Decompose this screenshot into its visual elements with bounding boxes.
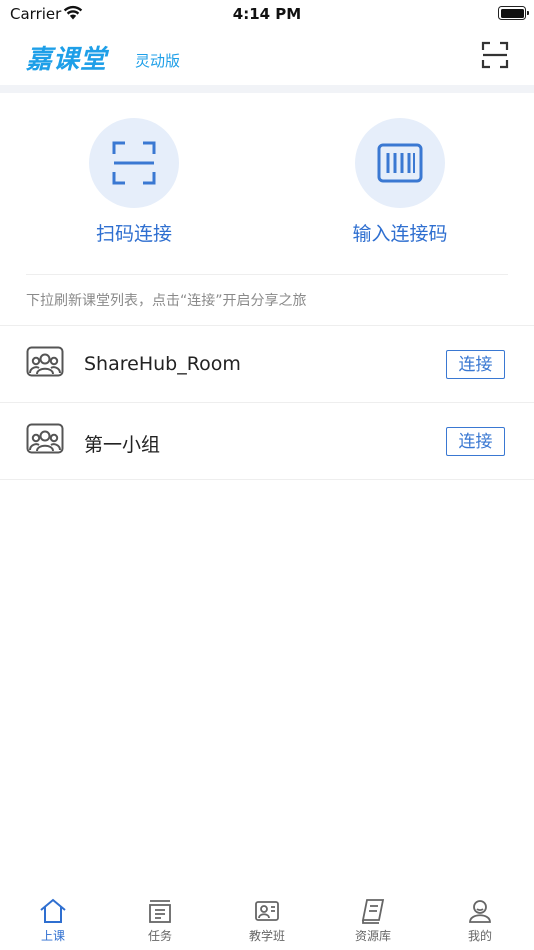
brand-edition: 灵动版 — [135, 52, 181, 70]
status-time: 4:14 PM — [232, 5, 302, 23]
refresh-hint: 下拉刷新课堂列表，点击“连接”开启分享之旅 — [26, 293, 307, 309]
room-name: ShareHub_Room — [84, 353, 241, 375]
tab-bar: 上课 任务 教学班 资源库 我的 — [0, 892, 534, 950]
tab-label: 上课 — [40, 929, 65, 943]
tab-teaching-class[interactable]: 教学班 — [237, 898, 297, 944]
tab-class[interactable]: 上课 — [23, 898, 83, 944]
quick-actions: 扫码连接 输入连接码 — [0, 93, 534, 275]
room-name: 第一小组 — [84, 434, 161, 456]
connect-button[interactable]: 连接 — [446, 427, 505, 456]
battery-icon — [498, 6, 529, 20]
book-icon — [361, 899, 385, 924]
scan-icon — [112, 141, 156, 185]
group-icon — [26, 423, 64, 454]
room-list-item[interactable]: ShareHub_Room 连接 — [0, 326, 534, 403]
enter-code-button[interactable]: 输入连接码 — [310, 118, 490, 246]
enter-code-label: 输入连接码 — [352, 223, 448, 245]
enter-code-circle — [355, 118, 445, 208]
tab-label: 我的 — [467, 929, 492, 943]
scan-connect-label: 扫码连接 — [95, 223, 172, 245]
status-bar: Carrier 4:14 PM — [0, 0, 534, 30]
home-icon — [40, 898, 66, 923]
class-icon — [255, 901, 279, 921]
brand-logo: 嘉课堂 — [26, 45, 108, 75]
tab-resources[interactable]: 资源库 — [343, 898, 403, 944]
tab-label: 资源库 — [354, 929, 391, 943]
header-divider — [0, 85, 534, 93]
connect-button[interactable]: 连接 — [446, 350, 505, 379]
barcode-icon — [377, 143, 423, 183]
room-list-item[interactable]: 第一小组 连接 — [0, 403, 534, 480]
tab-label: 任务 — [147, 929, 172, 943]
tab-mine[interactable]: 我的 — [450, 898, 510, 944]
tab-task[interactable]: 任务 — [130, 898, 190, 944]
user-icon — [469, 900, 491, 923]
header-scan-icon[interactable] — [481, 41, 509, 69]
room-list: ShareHub_Room 连接 第一小组 连接 — [0, 326, 534, 480]
scan-connect-button[interactable]: 扫码连接 — [44, 118, 224, 246]
app-header: 嘉课堂 灵动版 — [0, 30, 534, 85]
tab-label: 教学班 — [248, 929, 285, 943]
actions-divider — [26, 274, 508, 275]
scan-connect-circle — [89, 118, 179, 208]
task-icon — [149, 900, 171, 923]
group-icon — [26, 346, 64, 377]
